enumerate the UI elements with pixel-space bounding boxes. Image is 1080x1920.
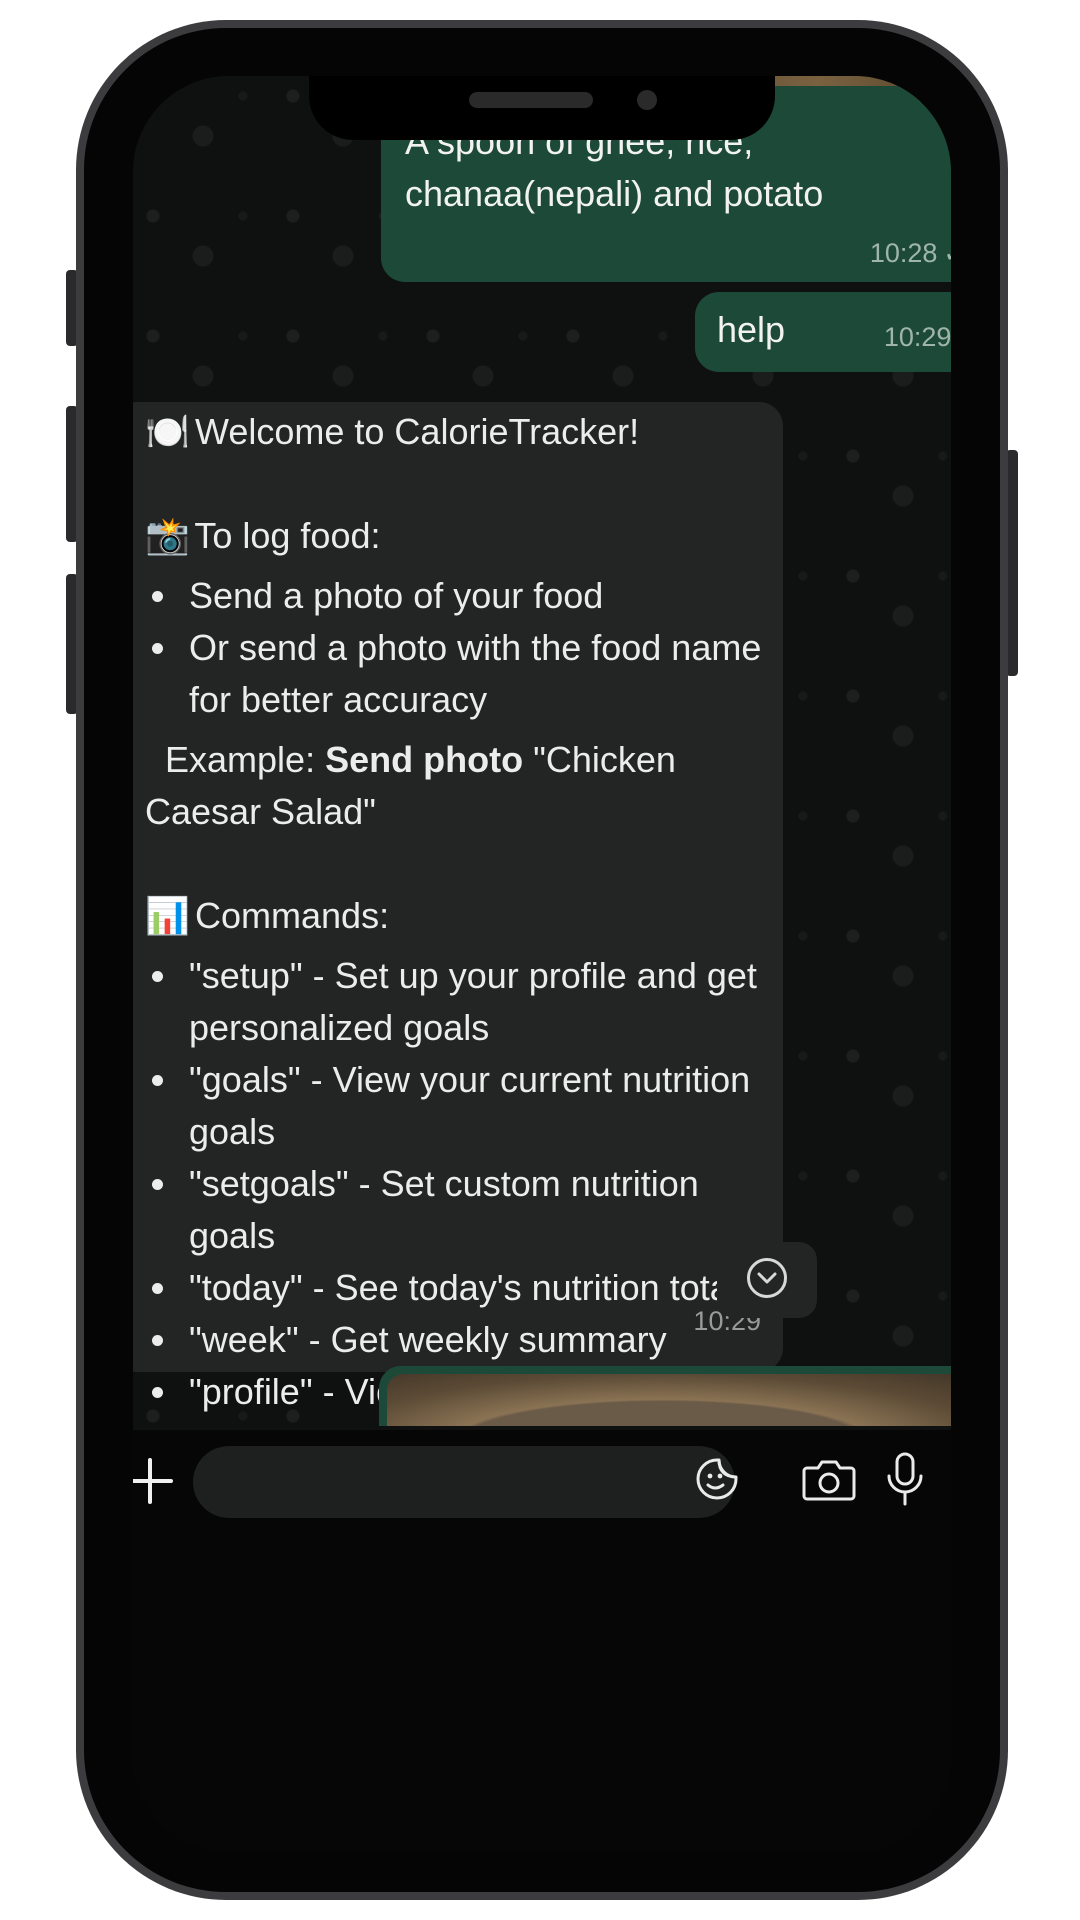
camera-flash-icon: 📸: [145, 515, 190, 556]
front-camera: [637, 90, 657, 110]
command-item: "setup" - Set up your profile and get pe…: [181, 950, 765, 1054]
commands-heading: 📊 Commands:: [145, 890, 765, 942]
welcome-line: 🍽️ Welcome to CalorieTracker!: [145, 406, 765, 458]
scroll-to-bottom-button[interactable]: [717, 1242, 817, 1318]
microphone-icon[interactable]: [885, 1452, 925, 1506]
command-item: "goals" - View your current nutrition go…: [181, 1054, 765, 1158]
food-photo[interactable]: [387, 1374, 951, 1426]
message-time: 10:28: [869, 238, 938, 268]
earpiece-speaker: [469, 92, 593, 108]
command-item: "week" - Get weekly summary: [181, 1314, 765, 1366]
commands-heading-text: Commands:: [195, 895, 390, 936]
sticker-icon[interactable]: [695, 1457, 739, 1501]
command-item: "setgoals" - Set custom nutrition goals: [181, 1158, 765, 1262]
log-heading: 📸 To log food:: [145, 510, 765, 562]
bot-message-content: 🍽️ Welcome to CalorieTracker! 📸 To log f…: [145, 406, 765, 1478]
log-list: Send a photo of your food Or send a phot…: [145, 570, 765, 726]
example-prefix: Example:: [165, 739, 316, 780]
chevron-down-icon: [747, 1258, 787, 1298]
log-heading-text: To log food:: [194, 515, 381, 556]
message-meta: 10:29 ✓✓: [884, 322, 951, 353]
chat-screen: A spoon of ghee, rice, chanaa(nepali) an…: [133, 76, 951, 1852]
command-item: "today" - See today's nutrition totals: [181, 1262, 765, 1314]
message-text: help: [717, 309, 786, 350]
message-time: 10:29: [883, 322, 951, 352]
notch: [309, 76, 775, 140]
bar-chart-icon: 📊: [145, 895, 190, 936]
message-line: chanaa(nepali) and potato: [405, 173, 824, 214]
example-line: Example: Send photo "Chicken Caesar Sala…: [145, 734, 765, 838]
list-item: Send a photo of your food: [181, 570, 765, 622]
message-input[interactable]: [193, 1446, 735, 1518]
camera-icon[interactable]: [801, 1456, 857, 1502]
outgoing-photo-message[interactable]: [379, 1366, 951, 1426]
welcome-text: Welcome to CalorieTracker!: [195, 411, 640, 452]
example-bold: Send photo: [325, 739, 524, 780]
incoming-message[interactable]: 🍽️ Welcome to CalorieTracker! 📸 To log f…: [133, 402, 783, 1464]
outgoing-message[interactable]: help 10:29 ✓✓: [695, 292, 951, 372]
plus-icon[interactable]: [133, 1456, 175, 1506]
input-bar: [133, 1430, 951, 1852]
message-meta: 10:28 ✓✓: [870, 238, 951, 269]
list-item: Or send a photo with the food name for b…: [181, 622, 765, 726]
plate-icon: 🍽️: [145, 411, 190, 452]
double-check-icon: ✓✓: [943, 238, 951, 269]
